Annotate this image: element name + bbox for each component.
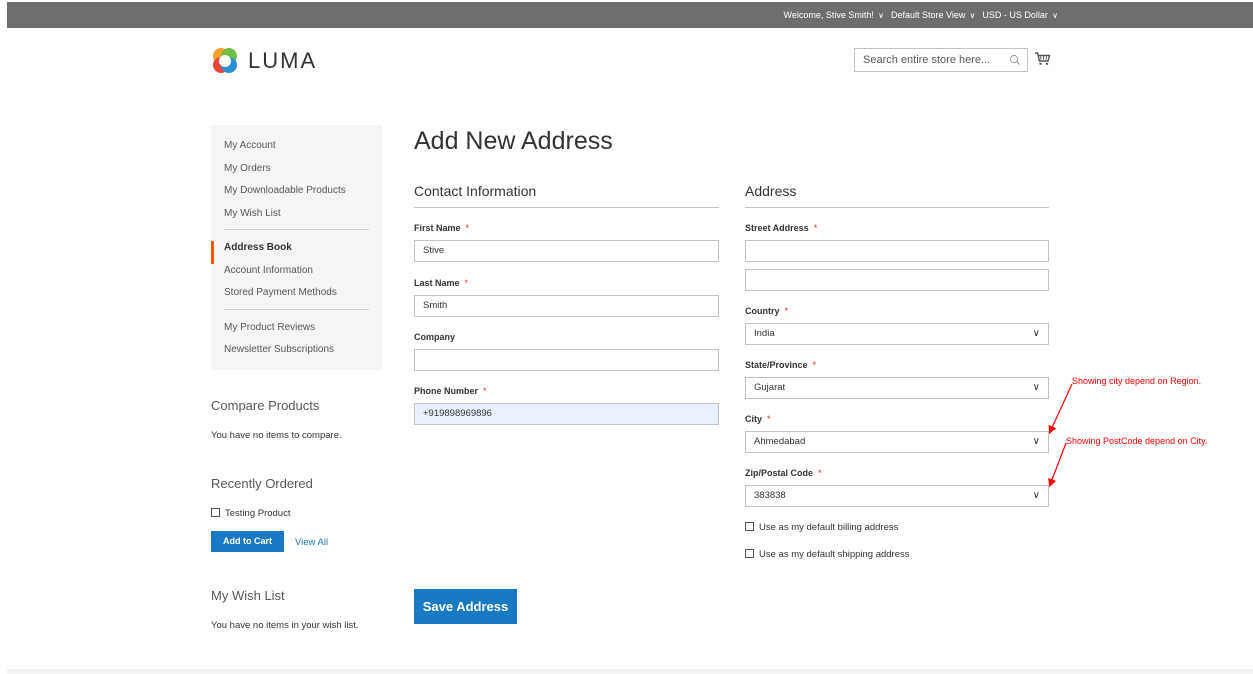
page-title: Add New Address — [414, 127, 613, 155]
default-billing-label: Use as my default billing address — [759, 522, 899, 533]
chevron-down-icon: ∨ — [1032, 490, 1040, 501]
nav-my-orders[interactable]: My Orders — [211, 162, 382, 185]
logo[interactable]: LUMA — [211, 47, 317, 75]
annotation-city-note: Showing city depend on Region. — [1072, 376, 1202, 386]
street-address-line-2[interactable] — [745, 269, 1049, 291]
recently-ordered-item: Testing Product — [211, 508, 290, 519]
country-label: Country * — [745, 306, 789, 316]
luma-logo-icon — [213, 48, 237, 73]
nav-downloadable-products[interactable]: My Downloadable Products — [211, 184, 382, 207]
zip-postal-code-label: Zip/Postal Code * — [745, 468, 822, 478]
last-name-field[interactable]: Smith — [414, 295, 719, 317]
city-label: City * — [745, 414, 771, 424]
default-billing-option: Use as my default billing address — [745, 522, 898, 533]
address-legend: Address — [745, 183, 797, 199]
country-value: India — [754, 328, 775, 339]
customer-menu[interactable]: Welcome, Stive Smith! ∨ — [784, 10, 884, 20]
recent-item-checkbox[interactable] — [211, 508, 220, 517]
nav-my-account[interactable]: My Account — [211, 139, 382, 162]
street-address-label: Street Address * — [745, 223, 818, 233]
nav-newsletter-subscriptions[interactable]: Newsletter Subscriptions — [211, 343, 382, 366]
store-switcher[interactable]: Default Store View ∨ — [891, 10, 975, 20]
nav-address-book[interactable]: Address Book — [211, 241, 382, 264]
phone-number-field[interactable]: +919898969896 — [414, 403, 719, 425]
account-nav: My Account My Orders My Downloadable Pro… — [211, 125, 382, 370]
view-all-link[interactable]: View All — [295, 537, 328, 548]
address-divider — [745, 207, 1049, 208]
chevron-down-icon: ∨ — [1049, 11, 1058, 20]
nav-my-wish-list[interactable]: My Wish List — [211, 207, 382, 230]
cart-icon[interactable] — [1034, 51, 1051, 66]
state-province-select[interactable]: Gujarat ∨ — [745, 377, 1049, 399]
zip-postal-code-select[interactable]: 383838 ∨ — [745, 485, 1049, 507]
state-province-label: State/Province * — [745, 360, 817, 370]
save-address-button[interactable]: Save Address — [414, 589, 517, 624]
brand-name: LUMA — [248, 48, 318, 73]
chevron-down-icon: ∨ — [1032, 436, 1040, 447]
default-shipping-checkbox[interactable] — [745, 549, 754, 558]
currency-switcher[interactable]: USD - US Dollar ∨ — [982, 10, 1058, 20]
annotation-postcode-note: Showing PostCode depend on City. — [1066, 436, 1208, 446]
wishlist-title: My Wish List — [211, 588, 285, 603]
zip-value: 383838 — [754, 490, 786, 501]
nav-stored-payment-methods[interactable]: Stored Payment Methods — [211, 286, 382, 309]
chevron-down-icon: ∨ — [875, 11, 884, 20]
chevron-down-icon: ∨ — [967, 11, 976, 20]
phone-number-label: Phone Number * — [414, 386, 487, 396]
annotation-arrow-postcode — [1048, 442, 1067, 488]
country-select[interactable]: India ∨ — [745, 323, 1049, 345]
annotation-arrow-city — [1048, 383, 1073, 435]
wishlist-empty: You have no items in your wish list. — [211, 620, 359, 631]
search-box — [854, 48, 1028, 72]
recently-ordered-title: Recently Ordered — [211, 476, 313, 491]
annotation-arrows — [1048, 383, 1073, 488]
default-shipping-option: Use as my default shipping address — [745, 549, 910, 560]
contact-information-legend: Contact Information — [414, 183, 537, 199]
add-to-cart-button[interactable]: Add to Cart — [211, 531, 284, 552]
last-name-label: Last Name * — [414, 278, 469, 288]
contact-divider — [414, 207, 719, 208]
first-name-field[interactable]: Stive — [414, 240, 719, 262]
street-address-line-1[interactable] — [745, 240, 1049, 262]
compare-products-title: Compare Products — [211, 398, 320, 413]
search-input[interactable] — [855, 49, 1005, 71]
first-name-label: First Name * — [414, 223, 470, 233]
top-links: Welcome, Stive Smith! ∨ Default Store Vi… — [784, 10, 1059, 20]
chevron-down-icon: ∨ — [1032, 382, 1040, 393]
city-value: Ahmedabad — [754, 436, 806, 447]
city-select[interactable]: Ahmedabad ∨ — [745, 431, 1049, 453]
company-field[interactable] — [414, 349, 719, 371]
chevron-down-icon: ∨ — [1032, 328, 1040, 339]
top-bar: Welcome, Stive Smith! ∨ Default Store Vi… — [7, 2, 1253, 28]
company-label: Company — [414, 332, 456, 342]
nav-account-information[interactable]: Account Information — [211, 264, 382, 287]
state-value: Gujarat — [754, 382, 786, 393]
default-shipping-label: Use as my default shipping address — [759, 549, 910, 560]
default-billing-checkbox[interactable] — [745, 522, 754, 531]
nav-product-reviews[interactable]: My Product Reviews — [211, 321, 382, 344]
search-icon[interactable] — [1009, 54, 1021, 66]
compare-products-empty: You have no items to compare. — [211, 430, 342, 441]
recent-item-name: Testing Product — [225, 508, 291, 519]
footer-divider — [7, 669, 1253, 674]
